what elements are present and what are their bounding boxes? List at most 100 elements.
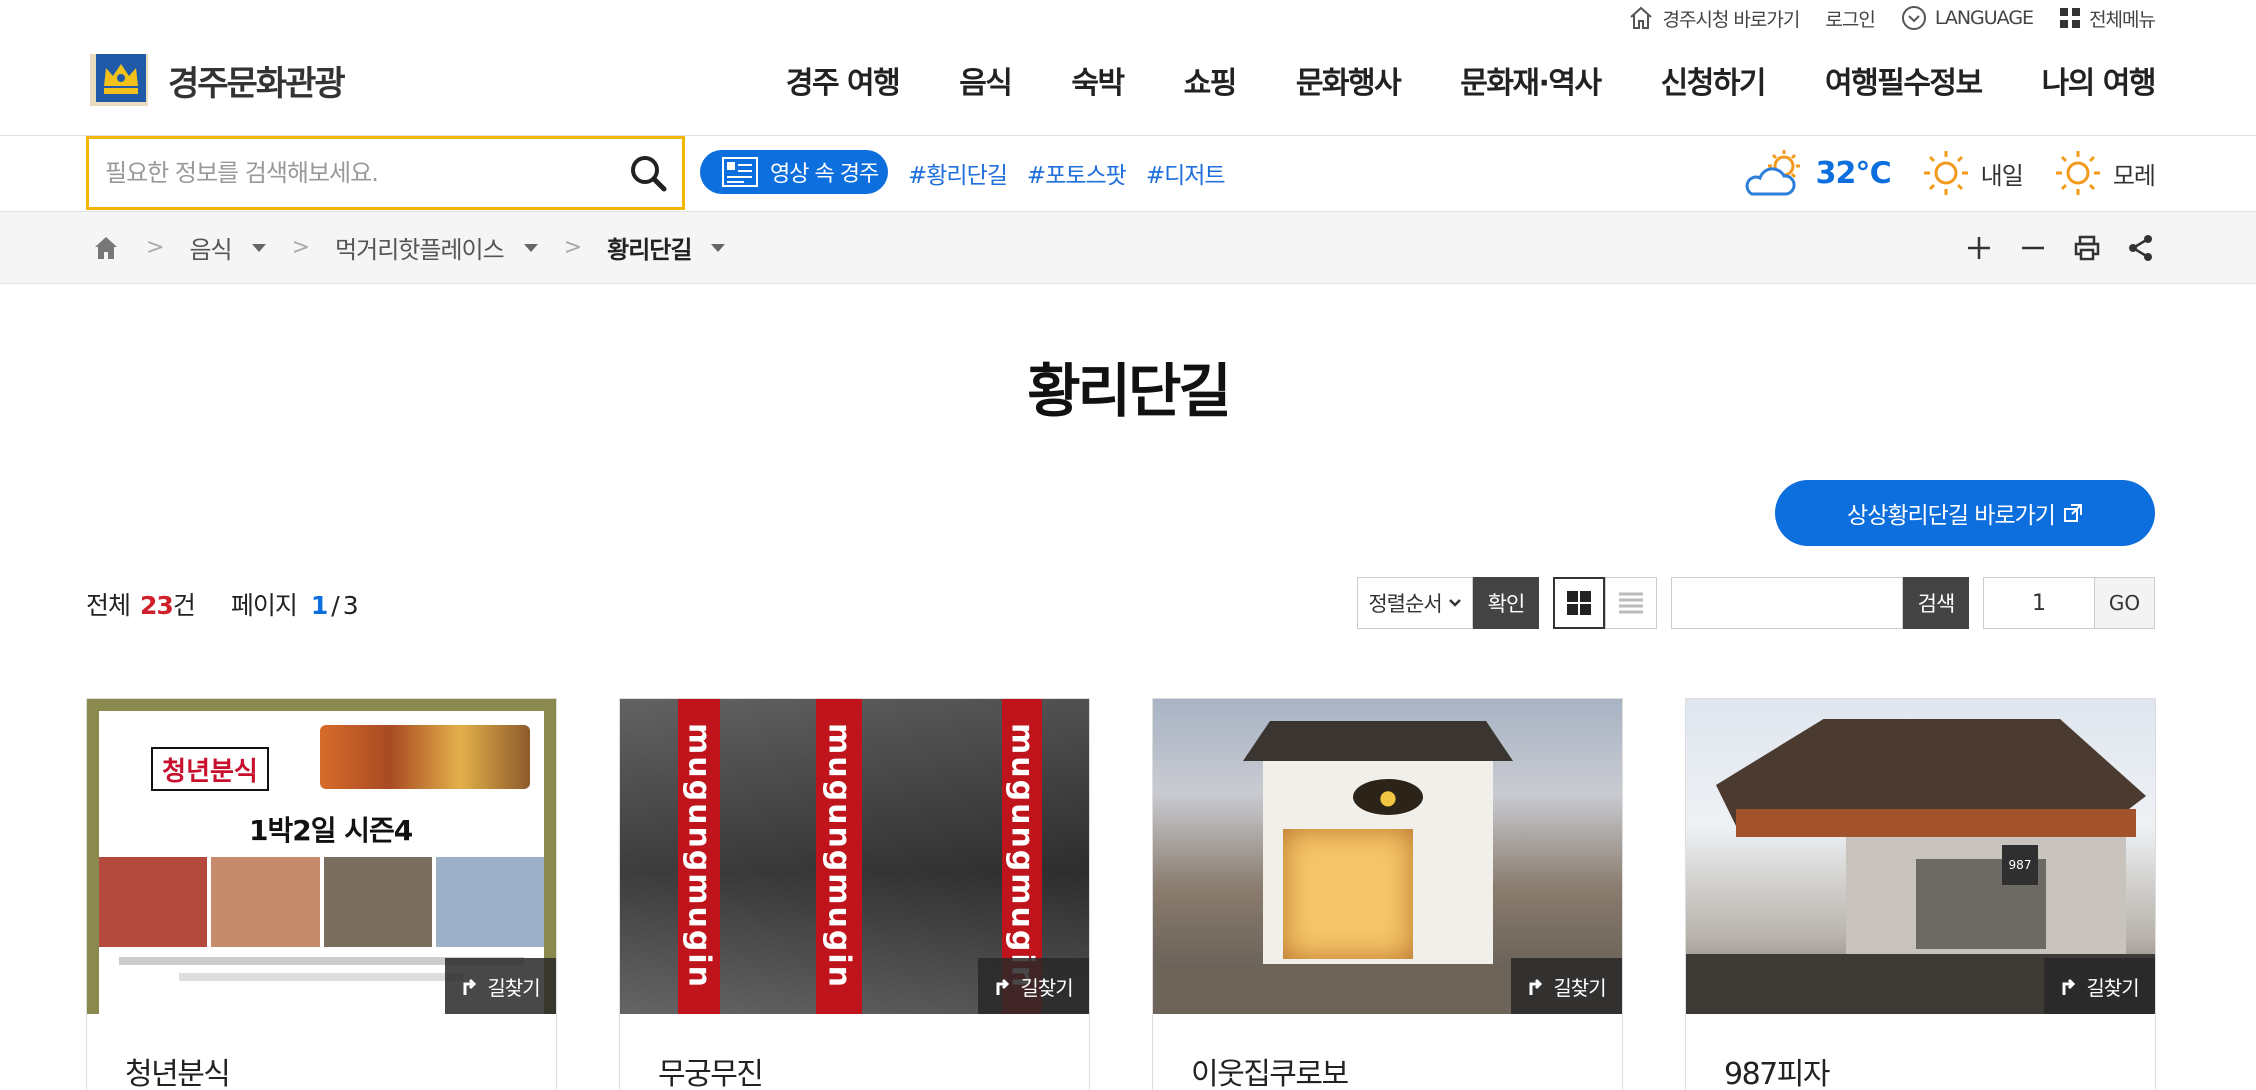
place-name: 이웃집쿠로보 (1191, 1057, 1349, 1090)
total-unit: 건 (172, 591, 196, 620)
sun-icon (2055, 151, 2100, 195)
site-logo[interactable]: 경주문화관광 (86, 52, 346, 108)
turn-arrow-icon (2062, 978, 2076, 995)
nav-food[interactable]: 음식 (899, 58, 1013, 102)
place-card[interactable]: 청년분식 1박2일 시즌4 길찾기 청년분식 (86, 698, 557, 1090)
place-card-list: 청년분식 1박2일 시즌4 길찾기 청년분식 mugungmugin mugun… (86, 698, 2156, 1090)
breadcrumb-bar: > 음식 > 먹거리핫플레이스 > 황리단길 (0, 211, 2256, 284)
directions-button[interactable]: 길찾기 (445, 958, 556, 1014)
directions-label: 길찾기 (487, 975, 540, 1000)
directions-label: 길찾기 (2086, 975, 2139, 1000)
current-page: 1 (310, 591, 328, 620)
directions-button[interactable]: 길찾기 (2044, 958, 2155, 1014)
search-box (86, 136, 685, 210)
sort-label: 정렬순서 (1368, 592, 1442, 616)
grid-view-button[interactable] (1553, 577, 1605, 629)
place-name: 무궁무진 (658, 1057, 764, 1090)
poster-caption (179, 973, 464, 981)
place-thumbnail: ● 길찾기 (1153, 699, 1622, 1014)
breadcrumb-hotplace[interactable]: 먹거리핫플레이스 (335, 230, 538, 265)
confirm-button[interactable]: 확인 (1473, 577, 1539, 629)
sort-select[interactable]: 정렬순서 (1357, 577, 1473, 629)
grid-icon (2060, 8, 2081, 28)
list-view-button[interactable] (1605, 577, 1657, 629)
print-icon[interactable] (2073, 234, 2101, 262)
weather-day-after: 모레 (2053, 148, 2156, 198)
directions-button[interactable]: 길찾기 (1511, 958, 1622, 1014)
page-number-input[interactable]: 1 (1983, 577, 2095, 629)
directions-button[interactable]: 길찾기 (978, 958, 1089, 1014)
hashtag-list: #황리단길 #포토스팟 #디저트 (908, 156, 1226, 190)
zoom-in-icon[interactable] (1965, 234, 1993, 262)
breadcrumb-food[interactable]: 음식 (189, 230, 266, 265)
sun-icon (1923, 151, 1968, 195)
shop-window (1283, 829, 1413, 959)
logo-text: 경주문화관광 (168, 63, 346, 104)
city-hall-label: 경주시청 바로가기 (1662, 8, 1800, 31)
red-pillar: mugungmugin (678, 699, 720, 1014)
total-count: 23 (140, 591, 174, 620)
search-icon[interactable] (628, 153, 668, 193)
nav-my-trip[interactable]: 나의 여행 (1982, 58, 2157, 102)
breadcrumb-current[interactable]: 황리단길 (607, 230, 726, 265)
chevron-circle-icon (1901, 6, 1926, 30)
hashtag-hwangnidan[interactable]: #황리단길 (908, 156, 1008, 190)
search-input[interactable] (105, 159, 628, 187)
video-map-icon (722, 157, 758, 187)
place-thumbnail: 987 길찾기 (1686, 699, 2155, 1014)
keyword-input[interactable] (1671, 577, 1903, 629)
place-card[interactable]: mugungmugin mugungmugin mugungmugin 길찾기 … (619, 698, 1090, 1090)
place-card[interactable]: ● 길찾기 이웃집쿠로보 (1152, 698, 1623, 1090)
total-label: 전체 (86, 591, 131, 620)
nav-cultural-events[interactable]: 문화행사 (1236, 58, 1402, 102)
nav-lodging[interactable]: 숙박 (1011, 58, 1125, 102)
crown-logo-icon (86, 52, 152, 108)
zoom-out-icon[interactable] (2019, 234, 2047, 262)
go-button[interactable]: GO (2095, 577, 2155, 629)
poster-brand: 청년분식 (151, 747, 269, 791)
breadcrumb: > 음식 > 먹거리핫플레이스 > 황리단길 (92, 212, 726, 283)
city-hall-link[interactable]: 경주시청 바로가기 (1628, 5, 1800, 32)
page-label: 페이지 (230, 591, 298, 620)
partly-cloudy-icon (1745, 150, 1800, 196)
food-photo (320, 725, 530, 789)
tomorrow-label: 내일 (1980, 161, 2024, 190)
page-separator: / (331, 591, 340, 620)
page-title: 황리단길 (1027, 357, 1231, 425)
caret-down-icon (251, 243, 266, 252)
all-menu-button[interactable]: 전체메뉴 (2059, 5, 2156, 32)
red-pillar: mugungmugin (816, 699, 862, 1014)
search-button[interactable]: 검색 (1903, 577, 1969, 629)
video-gyeongju-button[interactable]: 영상 속 경주 (700, 150, 888, 194)
turn-arrow-icon (996, 978, 1010, 995)
shortcut-button[interactable]: 상상황리단길 바로가기 (1775, 480, 2155, 546)
video-button-label: 영상 속 경주 (770, 162, 879, 187)
nav-gyeongju-travel[interactable]: 경주 여행 (786, 58, 901, 102)
breadcrumb-label: 음식 (189, 236, 232, 264)
breadcrumb-label: 먹거리핫플레이스 (335, 236, 505, 264)
login-label: 로그인 (1825, 8, 1875, 31)
directions-label: 길찾기 (1553, 975, 1606, 1000)
page-tools (1965, 212, 2155, 283)
nav-heritage-history[interactable]: 문화재·역사 (1400, 58, 1602, 102)
all-menu-label: 전체메뉴 (2089, 8, 2156, 31)
external-link-icon (2063, 504, 2082, 522)
language-dropdown[interactable]: LANGUAGE (1901, 5, 2034, 31)
login-link[interactable]: 로그인 (1825, 5, 1875, 32)
share-icon[interactable] (2127, 234, 2155, 262)
nav-apply[interactable]: 신청하기 (1601, 58, 1767, 102)
hashtag-dessert[interactable]: #디저트 (1146, 156, 1226, 190)
nav-shopping[interactable]: 쇼핑 (1124, 58, 1238, 102)
hanok-eave (1736, 809, 2136, 837)
place-card[interactable]: 987 길찾기 987피자 (1685, 698, 2156, 1090)
nav-travel-info[interactable]: 여행필수정보 (1765, 58, 1983, 102)
day-after-label: 모레 (2112, 161, 2156, 190)
breadcrumb-separator: > (563, 235, 582, 260)
poster-title: 1박2일 시즌4 (249, 814, 413, 847)
home-icon[interactable] (92, 234, 120, 262)
shortcut-button-label: 상상황리단길 바로가기 (1847, 503, 2056, 529)
hashtag-photospot[interactable]: #포토스팟 (1027, 156, 1127, 190)
chevron-down-icon (1448, 599, 1461, 607)
caret-down-icon (711, 243, 726, 252)
breadcrumb-separator: > (291, 235, 310, 260)
